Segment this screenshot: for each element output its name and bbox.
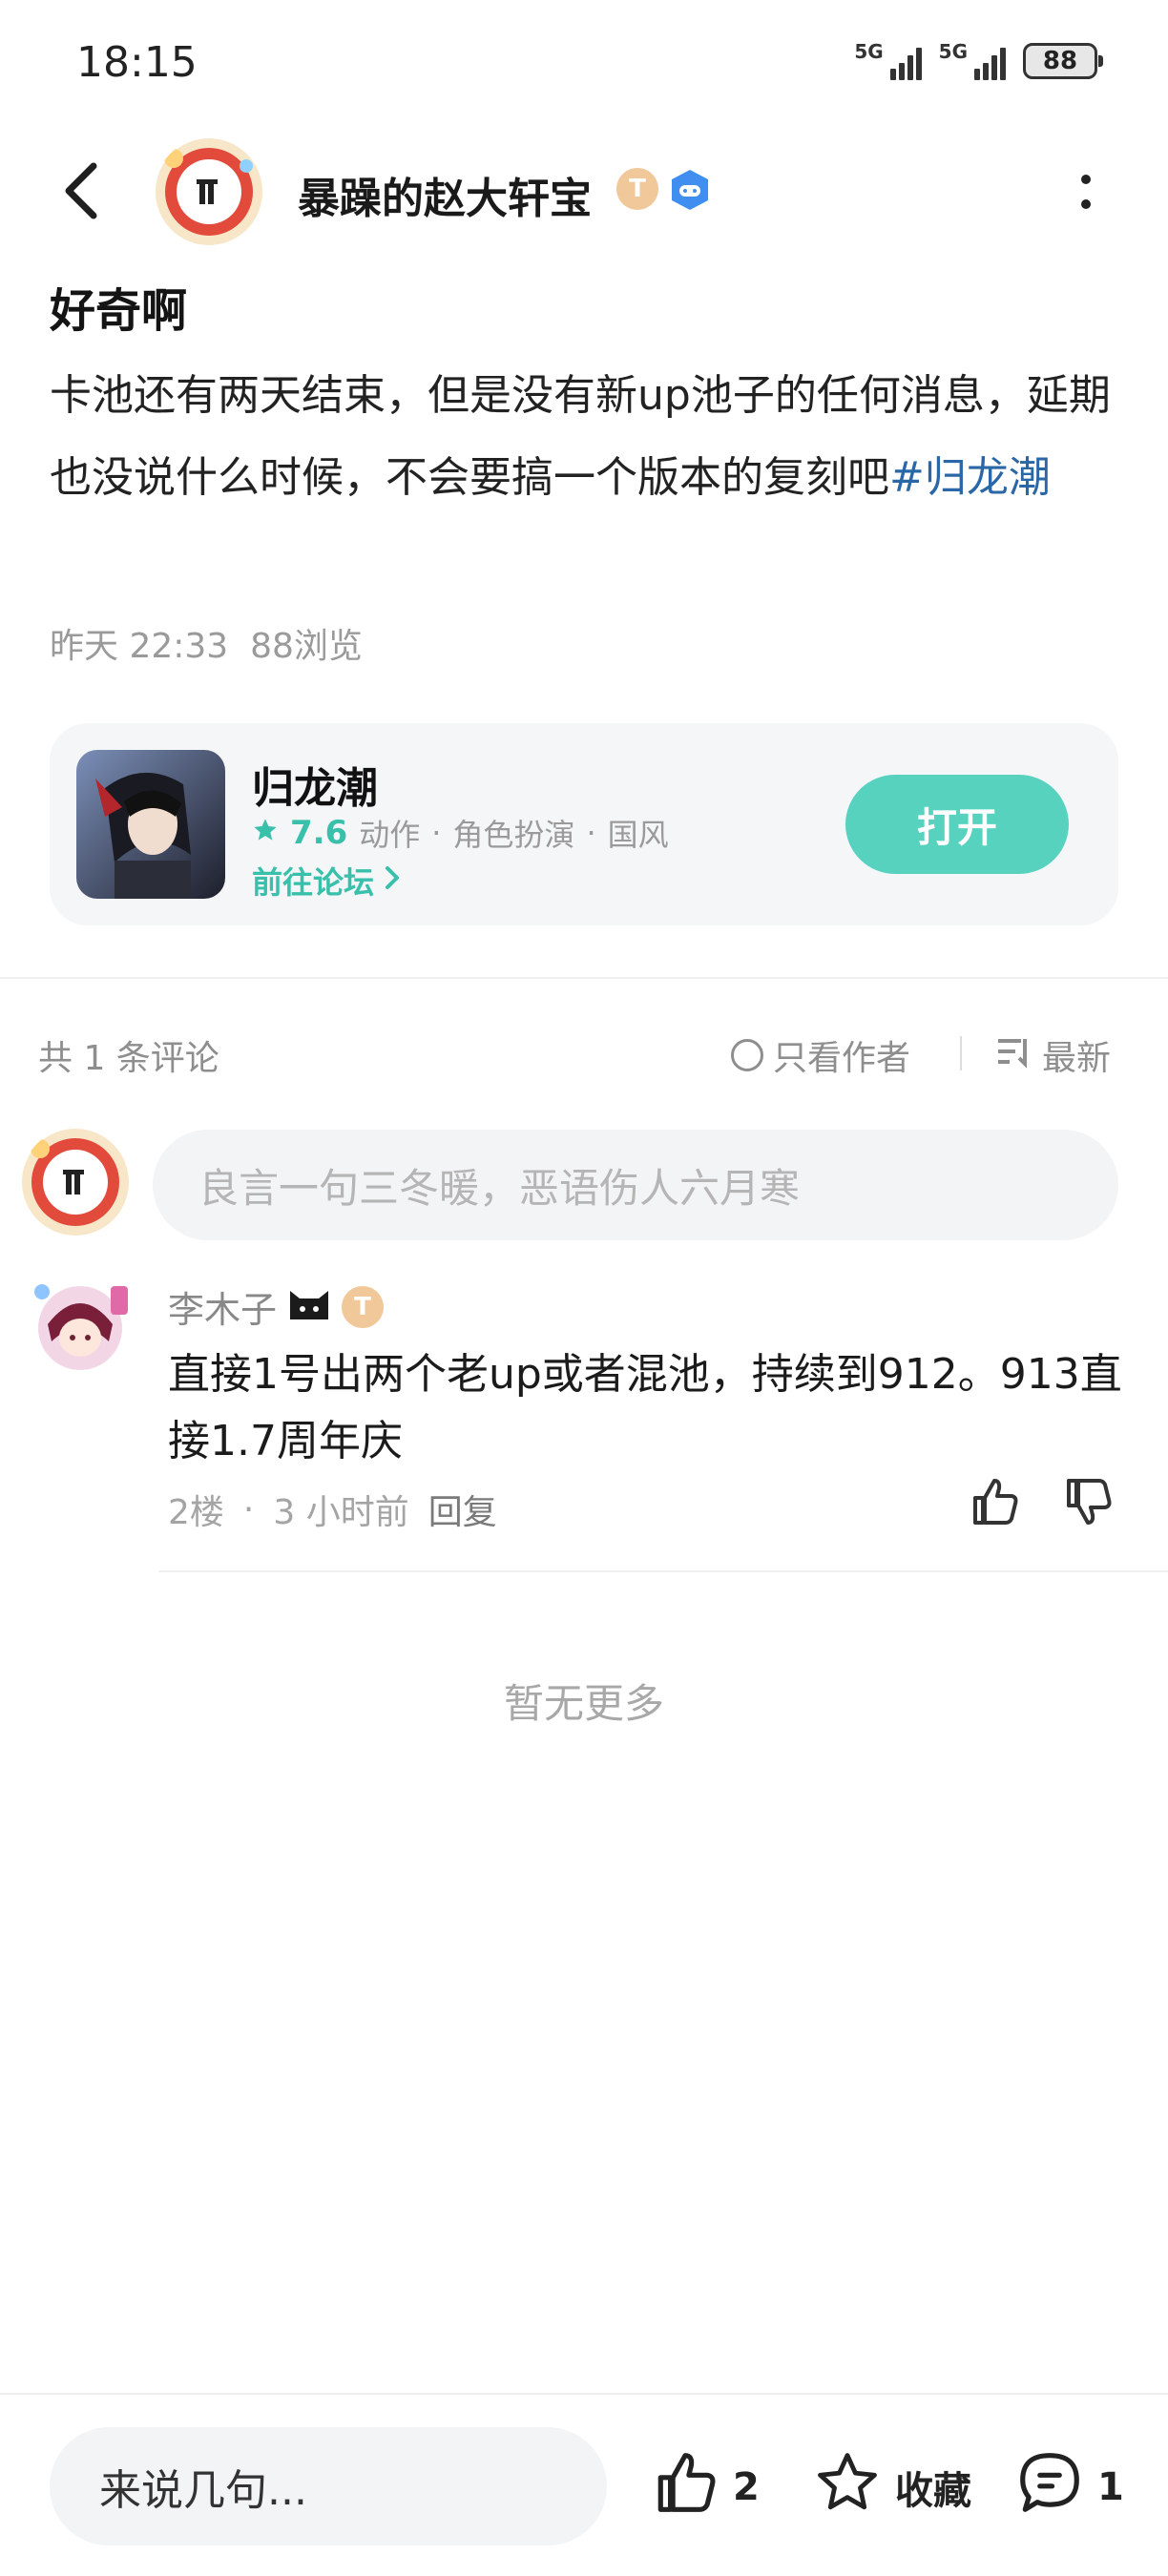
commenter-level-badge: T bbox=[342, 1285, 385, 1328]
comment-count-label: 1 bbox=[1097, 2465, 1124, 2509]
meta-separator: · bbox=[242, 1489, 255, 1529]
chevron-right-icon bbox=[384, 862, 401, 899]
author-name[interactable]: 暴躁的赵大轩宝 bbox=[298, 164, 592, 225]
post-body: 卡池还有两天结束，但是没有新up池子的任何消息，延期也没说什么时候，不会要搞一个… bbox=[50, 355, 1118, 519]
comment-time: 3 小时前 bbox=[273, 1493, 409, 1532]
favorite-label: 收藏 bbox=[895, 2469, 971, 2513]
vertical-separator bbox=[960, 1036, 962, 1070]
sort-icon bbox=[996, 1035, 1032, 1076]
battery-level: 88 bbox=[1042, 47, 1078, 75]
back-arrow-icon[interactable] bbox=[55, 160, 109, 221]
genre-separator: · bbox=[431, 815, 442, 851]
sort-latest-button[interactable]: 最新 bbox=[996, 1030, 1111, 1080]
like-count: 2 bbox=[733, 2465, 760, 2509]
author-avatar[interactable] bbox=[155, 137, 263, 246]
forum-link[interactable]: 前往论坛 bbox=[252, 859, 401, 903]
comment-meta: 2楼 · 3 小时前 回复 bbox=[168, 1485, 497, 1534]
post-time: 昨天 22:33 bbox=[50, 627, 229, 666]
bottom-comment-input[interactable]: 来说几句... bbox=[50, 2427, 607, 2545]
comment-divider bbox=[158, 1570, 1168, 1572]
radio-circle-icon bbox=[731, 1039, 763, 1071]
game-genre: 动作 bbox=[359, 817, 421, 853]
commenter-name-row: 李木子 T bbox=[168, 1280, 385, 1333]
section-divider bbox=[0, 977, 1168, 979]
battery-icon: 88 bbox=[1023, 43, 1103, 79]
post-title: 好奇啊 bbox=[50, 284, 188, 338]
comment-count: 共 1 条评论 bbox=[38, 1039, 219, 1078]
comment-input-placeholder: 良言一句三冬暖，恶语伤人六月寒 bbox=[198, 1164, 801, 1212]
chat-bubble-icon bbox=[1015, 2448, 1084, 2526]
signal-label: 5G bbox=[938, 40, 968, 63]
my-avatar[interactable] bbox=[21, 1128, 130, 1236]
commenter-avatar[interactable] bbox=[23, 1267, 137, 1381]
thumbs-up-icon bbox=[651, 2448, 720, 2526]
like-button[interactable]: 2 bbox=[651, 2448, 760, 2526]
status-time: 18:15 bbox=[76, 38, 198, 87]
thumbs-up-icon[interactable] bbox=[968, 1475, 1021, 1528]
signal-icon: 5G bbox=[939, 42, 1006, 80]
status-icons: 5G 5G 88 bbox=[854, 40, 1103, 80]
star-icon bbox=[252, 815, 279, 851]
favorite-button[interactable]: 收藏 bbox=[813, 2448, 971, 2526]
post-meta: 昨天 22:33 88浏览 bbox=[50, 618, 363, 668]
comment-button[interactable]: 1 bbox=[1015, 2448, 1124, 2526]
game-rating-value: 7.6 bbox=[290, 814, 348, 852]
star-outline-icon bbox=[813, 2448, 882, 2526]
bottom-input-placeholder: 来说几句... bbox=[99, 2466, 307, 2515]
comment-floor: 2楼 bbox=[168, 1493, 224, 1532]
cat-badge-icon bbox=[286, 1283, 332, 1330]
signal-icon: 5G bbox=[854, 40, 922, 80]
bottom-divider bbox=[0, 2393, 1168, 2395]
post-views: 88浏览 bbox=[250, 627, 363, 666]
level-badge: T bbox=[616, 168, 658, 210]
comment-input[interactable]: 良言一句三冬暖，恶语伤人六月寒 bbox=[153, 1130, 1118, 1240]
no-more-text: 暂无更多 bbox=[503, 1680, 664, 1727]
game-cover-image[interactable] bbox=[76, 750, 225, 899]
author-only-toggle[interactable]: 只看作者 bbox=[731, 1030, 910, 1080]
reply-button[interactable]: 回复 bbox=[428, 1485, 497, 1534]
author-name-text: 暴躁的赵大轩宝 bbox=[298, 175, 592, 223]
thumbs-down-icon[interactable] bbox=[1061, 1475, 1115, 1528]
author-only-label: 只看作者 bbox=[773, 1039, 911, 1078]
more-vertical-icon[interactable] bbox=[1074, 170, 1097, 218]
comment-text: 直接1号出两个老up或者混池，持续到912。913直接1.7周年庆 bbox=[168, 1350, 1122, 1465]
game-name[interactable]: 归龙潮 bbox=[252, 754, 378, 815]
open-game-button[interactable]: 打开 bbox=[845, 775, 1069, 874]
signal-label: 5G bbox=[854, 40, 884, 63]
forum-link-label: 前往论坛 bbox=[252, 864, 375, 901]
commenter-name[interactable]: 李木子 bbox=[168, 1280, 277, 1333]
game-genre: 国风 bbox=[607, 817, 669, 853]
game-rating-row: 7.6 动作 · 角色扮演 · 国风 bbox=[252, 811, 669, 855]
post-tag-link[interactable]: #归龙潮 bbox=[889, 453, 1051, 502]
sort-latest-label: 最新 bbox=[1042, 1039, 1112, 1078]
level-badge-text: T bbox=[616, 168, 658, 210]
genre-separator: · bbox=[586, 815, 596, 851]
game-genre: 角色扮演 bbox=[452, 817, 575, 853]
gamepad-badge-icon bbox=[668, 168, 712, 216]
